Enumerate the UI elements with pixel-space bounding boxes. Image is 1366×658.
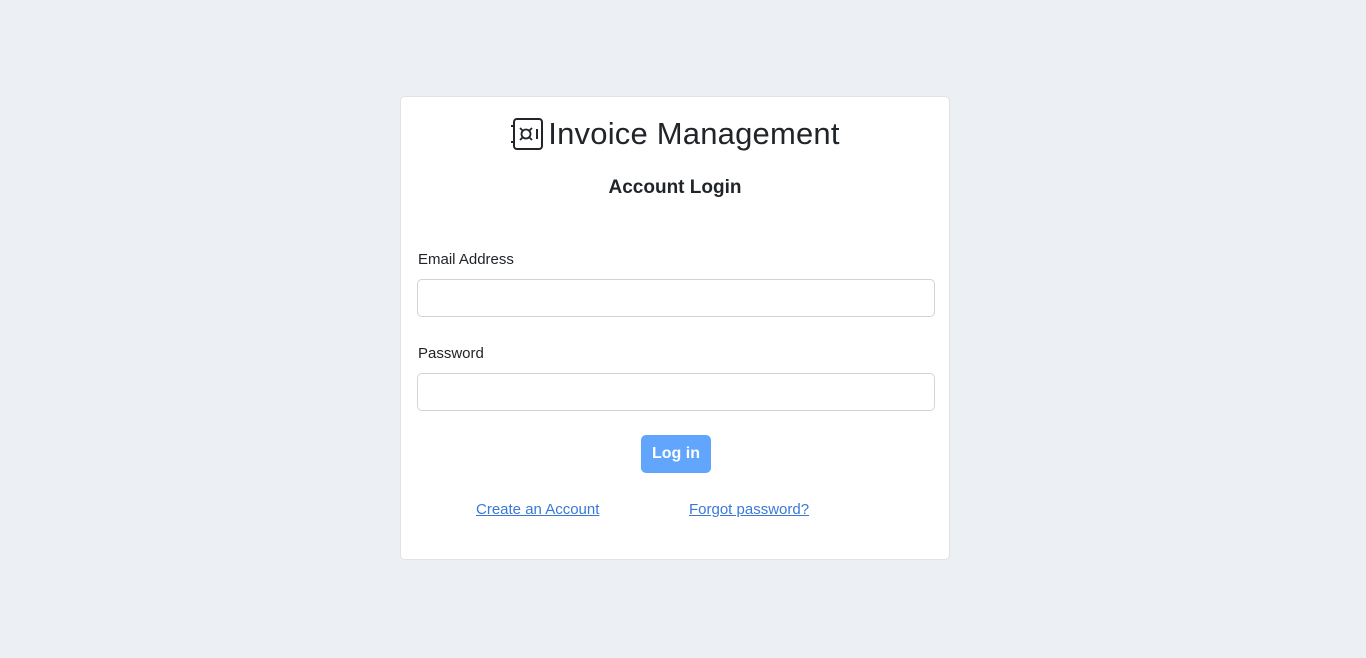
forgot-password-link[interactable]: Forgot password? (689, 501, 809, 518)
brand-header: Invoice Management (401, 114, 949, 154)
login-card: Invoice Management Account Login Email A… (400, 96, 950, 560)
safe-icon (510, 117, 544, 151)
app-title: Invoice Management (548, 116, 840, 151)
email-field[interactable] (417, 279, 935, 317)
password-field[interactable] (417, 373, 935, 411)
email-label: Email Address (418, 251, 514, 268)
form-heading: Account Login (608, 177, 742, 198)
create-account-link[interactable]: Create an Account (476, 501, 599, 518)
password-label: Password (418, 345, 484, 362)
login-button[interactable]: Log in (641, 435, 711, 473)
